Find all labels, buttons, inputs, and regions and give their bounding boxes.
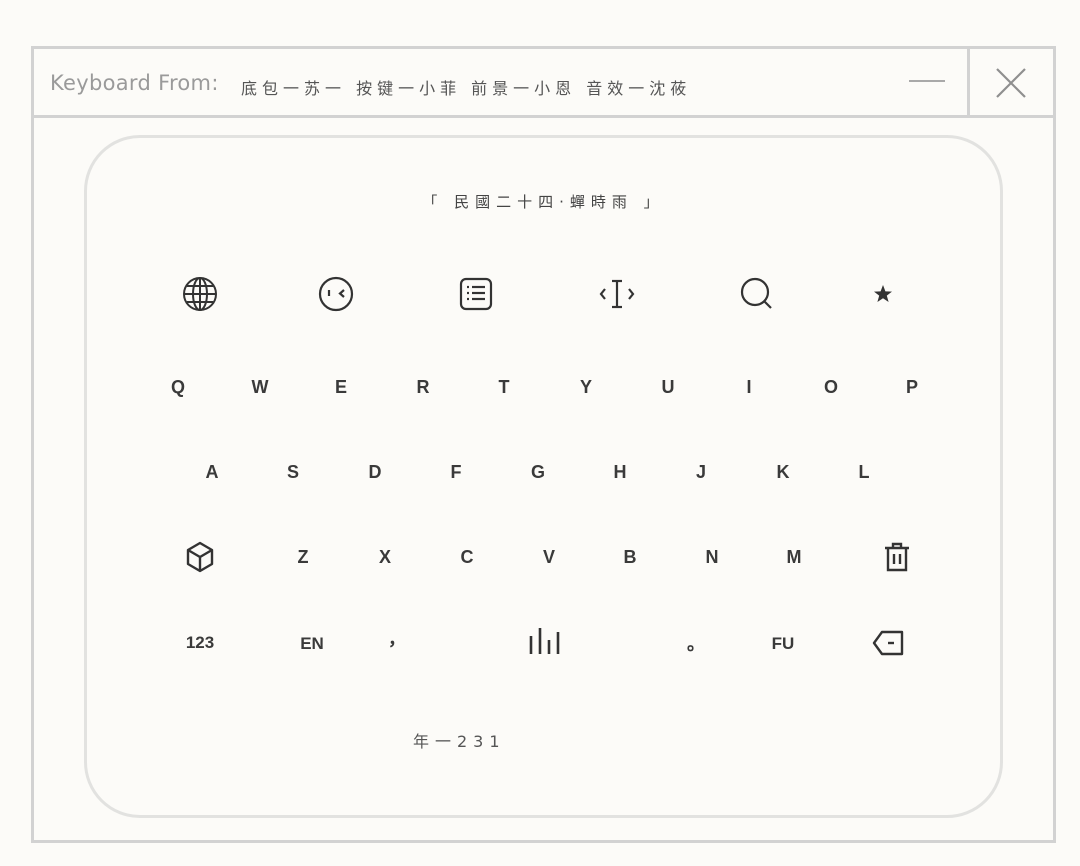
numbers-key[interactable]: 123 xyxy=(174,621,226,665)
key-a[interactable]: A xyxy=(186,450,238,494)
emoji-face-icon xyxy=(318,276,354,312)
key-f[interactable]: F xyxy=(430,450,482,494)
key-y[interactable]: Y xyxy=(560,365,612,409)
key-d[interactable]: D xyxy=(349,450,401,494)
trash-icon xyxy=(885,542,909,572)
key-i[interactable]: I xyxy=(723,365,775,409)
key-n[interactable]: N xyxy=(686,535,738,579)
voice-bars-icon xyxy=(529,628,560,654)
voice-input-button[interactable] xyxy=(519,615,571,667)
minimize-icon xyxy=(909,80,945,82)
key-b[interactable]: B xyxy=(604,535,656,579)
globe-icon xyxy=(183,277,217,311)
emoji-button[interactable] xyxy=(310,268,362,320)
key-v[interactable]: V xyxy=(523,535,575,579)
key-j[interactable]: J xyxy=(675,450,727,494)
key-z[interactable]: Z xyxy=(277,535,329,579)
keyboard-layout-button[interactable] xyxy=(450,268,502,320)
key-g[interactable]: G xyxy=(512,450,564,494)
key-l[interactable]: L xyxy=(838,450,890,494)
key-s[interactable]: S xyxy=(267,450,319,494)
footer-text: 年一231 xyxy=(413,732,506,751)
close-button[interactable] xyxy=(967,49,1056,115)
key-p[interactable]: P xyxy=(886,365,938,409)
period-key[interactable]: 。 xyxy=(670,621,722,665)
close-icon xyxy=(996,68,1026,98)
window-title: Keyboard From: xyxy=(50,71,219,95)
comma-key[interactable]: ， xyxy=(371,616,423,660)
cube-icon xyxy=(186,541,214,573)
search-button[interactable] xyxy=(731,268,783,320)
star-icon xyxy=(874,285,892,302)
minimize-button[interactable] xyxy=(900,49,966,115)
fu-key[interactable]: FU xyxy=(757,622,809,666)
key-u[interactable]: U xyxy=(642,365,694,409)
key-h[interactable]: H xyxy=(594,450,646,494)
cursor-control-button[interactable] xyxy=(591,268,643,320)
keyboard-panel: 「 民國二十四·蟬時雨 」 Q W E R T Y U I O P A S D … xyxy=(84,135,1003,818)
keyboard-layout-icon xyxy=(459,277,493,311)
search-icon xyxy=(740,277,772,309)
keyboard-caption: 「 民國二十四·蟬時雨 」 xyxy=(422,193,665,211)
key-o[interactable]: O xyxy=(805,365,857,409)
globe-button[interactable] xyxy=(174,268,226,320)
credits-text: 底包一苏一 按键一小菲 前景一小恩 音效一沈莜 xyxy=(241,79,692,98)
key-r[interactable]: R xyxy=(397,365,449,409)
key-k[interactable]: K xyxy=(757,450,809,494)
keyboard-window: Keyboard From: 底包一苏一 按键一小菲 前景一小恩 音效一沈莜 「… xyxy=(31,46,1056,843)
text-cursor-icon xyxy=(599,279,635,309)
backspace-icon xyxy=(872,630,904,656)
language-key[interactable]: EN xyxy=(286,622,338,666)
key-x[interactable]: X xyxy=(359,535,411,579)
key-e[interactable]: E xyxy=(315,365,367,409)
key-m[interactable]: M xyxy=(768,535,820,579)
key-t[interactable]: T xyxy=(478,365,530,409)
key-w[interactable]: W xyxy=(234,365,286,409)
key-q[interactable]: Q xyxy=(152,365,204,409)
clear-button[interactable] xyxy=(871,531,923,583)
favorite-button[interactable] xyxy=(857,268,909,320)
title-bar: Keyboard From: 底包一苏一 按键一小菲 前景一小恩 音效一沈莜 xyxy=(34,49,1053,118)
backspace-button[interactable] xyxy=(862,617,914,669)
cube-button[interactable] xyxy=(174,531,226,583)
key-c[interactable]: C xyxy=(441,535,493,579)
